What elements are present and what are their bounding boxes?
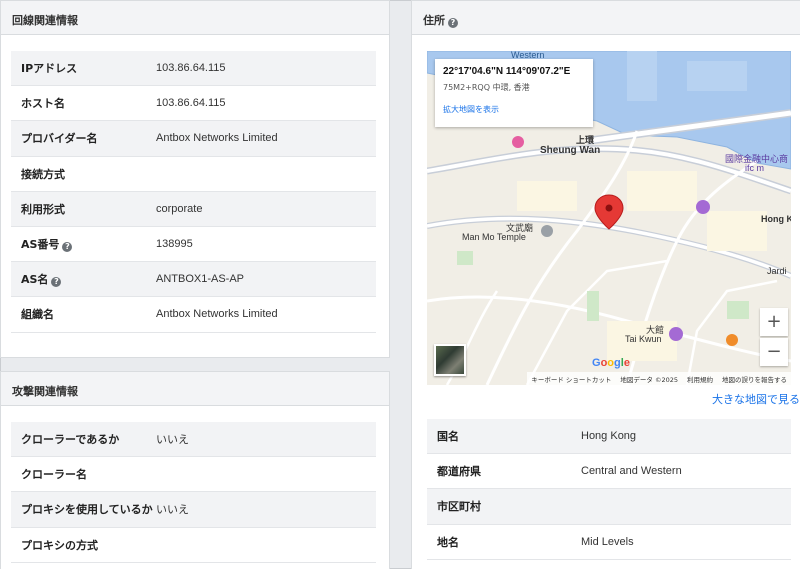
- table-row: 都道府県 Central and Western: [427, 454, 791, 490]
- map-label-temple: Man Mo Temple: [462, 232, 526, 242]
- row-value: Mid Levels: [581, 535, 634, 548]
- row-value: Antbox Networks Limited: [156, 132, 278, 145]
- table-row: 利用形式 corporate: [11, 191, 376, 227]
- map-label-jardine: Jardi: [767, 266, 787, 276]
- map-coordinates: 22°17'04.6"N 114°09'07.2"E: [443, 66, 571, 77]
- table-row: AS番号? 138995: [11, 227, 376, 263]
- row-value: いいえ: [156, 434, 189, 447]
- google-logo: Google: [592, 357, 630, 369]
- row-label: プロキシを使用しているか: [21, 503, 153, 517]
- attack-info-table: クローラーであるか いいえ クローラー名 プロキシを使用しているか いいえ プロ…: [11, 422, 376, 563]
- map-label-sheung-wan: Sheung Wan: [540, 145, 601, 156]
- table-row: クローラーであるか いいえ: [11, 422, 376, 458]
- row-label: プロバイダー名: [21, 132, 98, 146]
- terms-link[interactable]: 利用規約: [687, 374, 713, 384]
- row-value: ANTBOX1-AS-AP: [156, 273, 245, 286]
- network-info-title: 回線関連情報: [1, 1, 389, 35]
- temple-marker[interactable]: [541, 225, 553, 237]
- table-row: 地名 Mid Levels: [427, 525, 791, 560]
- row-label: AS名: [21, 273, 49, 287]
- row-label: 接続方式: [21, 167, 65, 181]
- row-label: IPアドレス: [21, 62, 78, 76]
- map-info-window: 22°17'04.6"N 114°09'07.2"E 75M2+RQQ 中環, …: [435, 59, 593, 127]
- map-label-hong-kong: Hong K: [761, 214, 791, 224]
- map-attribution-bar: キーボード ショートカット 地図データ ©2025 利用規約 地図の誤りを報告す…: [527, 372, 791, 385]
- row-label: ホスト名: [21, 97, 65, 111]
- help-icon[interactable]: ?: [51, 277, 62, 288]
- row-label: 国名: [437, 430, 459, 444]
- table-row: 接続方式: [11, 157, 376, 192]
- map-data-credit: 地図データ ©2025: [620, 375, 678, 384]
- embedded-map[interactable]: Western 上環 Sheung Wan 文武廟 Man Mo Temple …: [427, 51, 791, 385]
- table-row: 市区町村: [427, 489, 791, 525]
- table-row: 組織名 Antbox Networks Limited: [11, 297, 376, 333]
- address-table: 国名 Hong Kong 都道府県 Central and Western 市区…: [427, 419, 791, 560]
- table-row: 国名 Hong Kong: [427, 419, 791, 455]
- poi-marker-pink[interactable]: [512, 136, 524, 148]
- row-label: 都道府県: [437, 465, 481, 479]
- table-row: プロキシを使用しているか いいえ: [11, 492, 376, 528]
- row-value: Hong Kong: [581, 430, 637, 443]
- row-value: corporate: [156, 202, 203, 215]
- row-value: 103.86.64.115: [156, 97, 226, 110]
- network-info-card: 回線関連情報 IPアドレス 103.86.64.115 ホスト名 103.86.…: [0, 0, 390, 358]
- map-label-tai-kwun: Tai Kwun: [625, 334, 662, 344]
- poi-marker-purple-2[interactable]: [669, 327, 683, 341]
- row-value: 138995: [156, 238, 193, 251]
- table-row: AS名? ANTBOX1-AS-AP: [11, 262, 376, 298]
- row-value: いいえ: [156, 504, 189, 517]
- zoom-in-button[interactable]: +: [760, 308, 788, 336]
- table-row: IPアドレス 103.86.64.115: [11, 51, 376, 87]
- help-icon[interactable]: ?: [448, 18, 458, 28]
- help-icon[interactable]: ?: [62, 242, 73, 253]
- row-label: 利用形式: [21, 202, 65, 216]
- row-value: Antbox Networks Limited: [156, 308, 278, 321]
- satellite-toggle-button[interactable]: [434, 344, 466, 376]
- zoom-out-button[interactable]: −: [760, 338, 788, 366]
- row-value: Central and Western: [581, 465, 682, 478]
- row-label-with-help: AS番号?: [11, 236, 156, 253]
- row-label: クローラーであるか: [21, 433, 120, 447]
- network-info-table: IPアドレス 103.86.64.115 ホスト名 103.86.64.115 …: [11, 51, 376, 333]
- row-label: 組織名: [21, 308, 54, 322]
- bigger-map-link[interactable]: 大きな地図で見る: [712, 391, 800, 407]
- row-label: クローラー名: [21, 468, 87, 482]
- row-label-with-help: AS名?: [11, 271, 156, 288]
- address-title-row: 住所?: [412, 1, 800, 35]
- map-label-ifc: ifc m: [745, 163, 764, 173]
- row-label: 市区町村: [437, 500, 481, 514]
- row-label: プロキシの方式: [21, 538, 98, 552]
- address-title: 住所: [423, 14, 445, 27]
- table-row: ホスト名 103.86.64.115: [11, 86, 376, 122]
- poi-marker-purple[interactable]: [696, 200, 710, 214]
- address-card: 住所? Western 上環 Sheung Wan 文武廟 Man Mo Tem…: [411, 0, 800, 569]
- row-value: 103.86.64.115: [156, 62, 226, 75]
- table-row: クローラー名: [11, 457, 376, 493]
- row-label: AS番号: [21, 238, 60, 252]
- keyboard-shortcuts-link[interactable]: キーボード ショートカット: [531, 374, 611, 384]
- map-plus-code: 75M2+RQQ 中環, 香港: [443, 83, 530, 92]
- attack-info-title: 攻撃関連情報: [1, 372, 389, 406]
- row-label: 地名: [437, 535, 459, 549]
- table-row: プロキシの方式: [11, 528, 376, 563]
- report-error-link[interactable]: 地図の誤りを報告する: [722, 374, 787, 384]
- attack-info-card: 攻撃関連情報 クローラーであるか いいえ クローラー名 プロキシを使用しているか…: [0, 371, 390, 569]
- view-larger-map-link[interactable]: 拡大地図を表示: [443, 104, 585, 115]
- table-row: プロバイダー名 Antbox Networks Limited: [11, 121, 376, 157]
- restaurant-marker[interactable]: [726, 334, 738, 346]
